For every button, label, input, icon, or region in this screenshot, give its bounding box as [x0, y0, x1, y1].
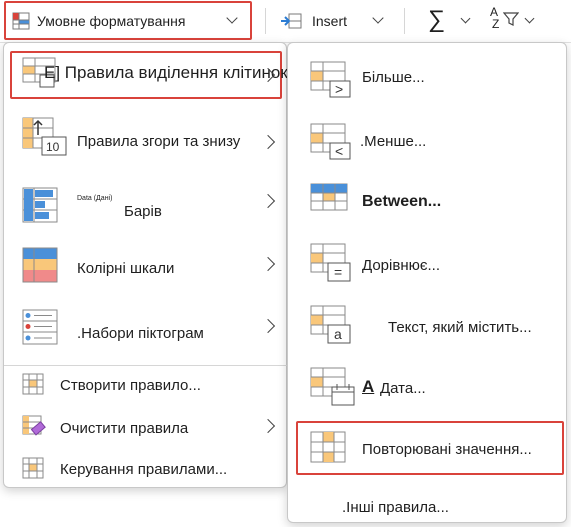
ribbon-divider	[265, 8, 266, 34]
equal-to-label: Дорівнює...	[362, 257, 441, 274]
filter-icon	[503, 12, 519, 26]
chevron-right-icon	[260, 193, 276, 209]
equal-to-icon: =	[310, 243, 351, 282]
submenu-item-less-than[interactable]: < .Менше...	[288, 119, 568, 169]
conditional-formatting-icon	[12, 12, 30, 30]
submenu-item-equal-to[interactable]: = Дорівнює...	[288, 239, 568, 289]
menu-separator	[4, 365, 288, 366]
highlight-cells-label: Е] Правила виділення клітинок	[44, 63, 288, 82]
new-rule-label: Створити правило...	[60, 377, 201, 394]
ribbon-divider	[404, 8, 405, 34]
less-than-label: .Менше...	[360, 133, 427, 150]
data-bars-prefix: Data (Дані)	[77, 195, 113, 202]
insert-label: Insert	[312, 13, 348, 29]
clear-rules-icon	[22, 415, 46, 436]
between-label: Between...	[362, 193, 442, 210]
top-bottom-icon-text: 10	[46, 140, 60, 154]
date-occurring-label: Дата...	[380, 380, 426, 397]
svg-text:>: >	[335, 81, 343, 97]
insert-button[interactable]: Insert	[280, 8, 388, 34]
submenu-item-between[interactable]: Between...	[288, 179, 568, 229]
top-bottom-label: Правила згори та знизу	[77, 133, 241, 150]
chevron-right-icon	[260, 134, 276, 150]
menu-item-color-scales[interactable]: Колірні шкали	[4, 243, 288, 295]
submenu-item-duplicate-values[interactable]: Повторювані значення...	[288, 421, 568, 477]
text-contains-icon: a	[310, 305, 351, 344]
greater-than-label: Більше...	[362, 69, 425, 86]
chevron-down-icon	[460, 13, 471, 24]
menu-item-icon-sets[interactable]: .Набори піктограм	[4, 305, 288, 357]
conditional-formatting-menu: Е] Правила виділення клітинок 10 Правила…	[3, 42, 288, 488]
manage-rules-label: Керування правилами...	[60, 461, 228, 478]
menu-item-top-bottom-rules[interactable]: 10 Правила згори та знизу	[4, 113, 288, 165]
duplicate-values-label: Повторювані значення...	[362, 441, 532, 458]
color-scales-icon	[22, 247, 58, 283]
menu-item-clear-rules[interactable]: Очистити правила	[4, 411, 288, 443]
menu-item-manage-rules[interactable]: Керування правилами...	[4, 453, 288, 485]
svg-text:=: =	[334, 264, 342, 280]
sort-az-icon-bottom: Z	[492, 17, 500, 31]
submenu-item-more-rules[interactable]: .Інші правила...	[288, 491, 568, 521]
duplicate-values-icon	[310, 431, 346, 463]
insert-cells-icon	[281, 13, 302, 29]
sum-icon: ∑	[428, 6, 446, 33]
submenu-item-date-occurring[interactable]: A Дата...	[288, 363, 568, 413]
conditional-formatting-label: Умовне форматування	[37, 13, 186, 29]
chevron-right-icon	[260, 418, 276, 434]
menu-item-new-rule[interactable]: Створити правило...	[4, 369, 288, 401]
menu-item-highlight-cells-rules[interactable]: Е] Правила виділення клітинок	[4, 49, 288, 99]
between-icon	[310, 183, 348, 211]
svg-text:<: <	[335, 143, 343, 159]
date-occurring-icon	[310, 367, 355, 406]
data-bars-label: Барів	[124, 203, 162, 220]
sort-filter-button[interactable]: A Z	[490, 6, 540, 36]
clear-rules-label: Очистити правила	[60, 420, 189, 437]
top-bottom-icon: 10	[22, 117, 67, 156]
svg-text:a: a	[334, 326, 342, 342]
chevron-down-icon	[524, 13, 535, 24]
submenu-item-text-contains[interactable]: a Текст, який містить...	[288, 301, 568, 351]
chevron-down-icon	[372, 12, 384, 24]
chevron-right-icon	[260, 318, 276, 334]
submenu-item-greater-than[interactable]: > Більше...	[288, 57, 568, 107]
date-occurring-prefix: A	[362, 377, 375, 396]
autosum-button[interactable]: ∑	[428, 6, 476, 36]
chevron-down-icon	[226, 12, 238, 24]
manage-rules-icon	[22, 457, 44, 479]
more-rules-label: .Інші правила...	[342, 499, 449, 516]
greater-than-icon: >	[310, 61, 351, 98]
ribbon-bar: Умовне форматування Insert ∑ A Z	[0, 0, 571, 43]
menu-item-data-bars[interactable]: Data (Дані) Барів	[4, 179, 288, 231]
new-rule-icon	[22, 373, 44, 395]
conditional-formatting-button[interactable]: Умовне форматування	[10, 8, 248, 34]
text-contains-label: Текст, який містить...	[388, 319, 532, 336]
color-scales-label: Колірні шкали	[77, 260, 175, 277]
icon-sets-label: .Набори піктограм	[77, 325, 204, 342]
icon-sets-icon	[22, 309, 58, 345]
highlight-cells-submenu: > Більше... < .Менше... Between... = Дор…	[287, 42, 567, 523]
chevron-right-icon	[260, 256, 276, 272]
less-than-icon: <	[310, 123, 351, 160]
data-bars-icon	[22, 187, 58, 223]
